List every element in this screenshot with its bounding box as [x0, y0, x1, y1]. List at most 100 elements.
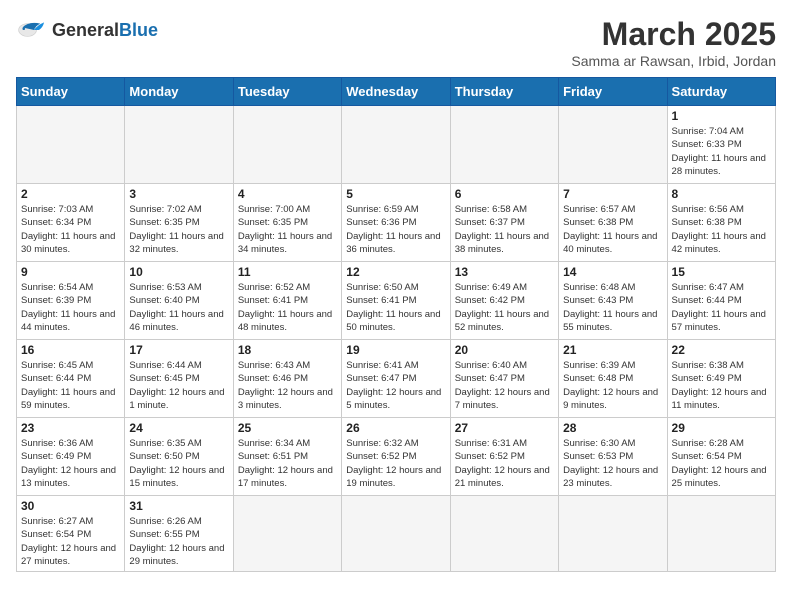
calendar-day-cell: 31 Sunrise: 6:26 AM Sunset: 6:55 PM Dayli…: [125, 496, 233, 572]
day-number: 8: [672, 187, 771, 201]
day-number: 18: [238, 343, 337, 357]
day-info: Sunrise: 7:04 AM Sunset: 6:33 PM Dayligh…: [672, 125, 771, 178]
calendar-day-cell: [559, 106, 667, 184]
calendar-day-cell: 10 Sunrise: 6:53 AM Sunset: 6:40 PM Dayli…: [125, 262, 233, 340]
calendar-day-cell: [667, 496, 775, 572]
day-info: Sunrise: 6:50 AM Sunset: 6:41 PM Dayligh…: [346, 281, 445, 334]
calendar-day-cell: 14 Sunrise: 6:48 AM Sunset: 6:43 PM Dayli…: [559, 262, 667, 340]
day-info: Sunrise: 6:52 AM Sunset: 6:41 PM Dayligh…: [238, 281, 337, 334]
calendar-week-row: 9 Sunrise: 6:54 AM Sunset: 6:39 PM Daylig…: [17, 262, 776, 340]
day-number: 12: [346, 265, 445, 279]
title-area: March 2025 Samma ar Rawsan, Irbid, Jorda…: [571, 16, 776, 69]
calendar-day-cell: 28Sunrise: 6:30 AM Sunset: 6:53 PM Dayli…: [559, 418, 667, 496]
header: GeneralBlue March 2025 Samma ar Rawsan, …: [16, 16, 776, 69]
day-info: Sunrise: 6:48 AM Sunset: 6:43 PM Dayligh…: [563, 281, 662, 334]
day-info: Sunrise: 6:39 AM Sunset: 6:48 PM Dayligh…: [563, 359, 662, 412]
day-number: 3: [129, 187, 228, 201]
calendar-day-cell: [450, 106, 558, 184]
day-number: 1: [672, 109, 771, 123]
day-number: 9: [21, 265, 120, 279]
day-number: 2: [21, 187, 120, 201]
day-info: Sunrise: 6:35 AM Sunset: 6:50 PM Dayligh…: [129, 437, 228, 490]
day-info: Sunrise: 6:44 AM Sunset: 6:45 PM Dayligh…: [129, 359, 228, 412]
day-number: 19: [346, 343, 445, 357]
day-info: Sunrise: 6:31 AM Sunset: 6:52 PM Dayligh…: [455, 437, 554, 490]
day-info: Sunrise: 6:57 AM Sunset: 6:38 PM Dayligh…: [563, 203, 662, 256]
calendar-day-cell: 15Sunrise: 6:47 AM Sunset: 6:44 PM Dayli…: [667, 262, 775, 340]
weekday-header-tuesday: Tuesday: [233, 78, 341, 106]
calendar-day-cell: 1 Sunrise: 7:04 AM Sunset: 6:33 PM Daylig…: [667, 106, 775, 184]
calendar-day-cell: 9 Sunrise: 6:54 AM Sunset: 6:39 PM Daylig…: [17, 262, 125, 340]
calendar-day-cell: 13 Sunrise: 6:49 AM Sunset: 6:42 PM Dayli…: [450, 262, 558, 340]
calendar-day-cell: 24Sunrise: 6:35 AM Sunset: 6:50 PM Dayli…: [125, 418, 233, 496]
day-number: 11: [238, 265, 337, 279]
day-number: 14: [563, 265, 662, 279]
day-number: 5: [346, 187, 445, 201]
calendar-day-cell: 16Sunrise: 6:45 AM Sunset: 6:44 PM Dayli…: [17, 340, 125, 418]
calendar-day-cell: 6 Sunrise: 6:58 AM Sunset: 6:37 PM Daylig…: [450, 184, 558, 262]
day-number: 31: [129, 499, 228, 513]
calendar-week-row: 2 Sunrise: 7:03 AM Sunset: 6:34 PM Daylig…: [17, 184, 776, 262]
weekday-header-sunday: Sunday: [17, 78, 125, 106]
calendar-day-cell: 5 Sunrise: 6:59 AM Sunset: 6:36 PM Daylig…: [342, 184, 450, 262]
day-info: Sunrise: 6:59 AM Sunset: 6:36 PM Dayligh…: [346, 203, 445, 256]
calendar-day-cell: 29Sunrise: 6:28 AM Sunset: 6:54 PM Dayli…: [667, 418, 775, 496]
calendar-day-cell: 27 Sunrise: 6:31 AM Sunset: 6:52 PM Dayli…: [450, 418, 558, 496]
day-number: 27: [455, 421, 554, 435]
calendar-day-cell: [342, 106, 450, 184]
calendar-day-cell: 17Sunrise: 6:44 AM Sunset: 6:45 PM Dayli…: [125, 340, 233, 418]
calendar-subtitle: Samma ar Rawsan, Irbid, Jordan: [571, 53, 776, 69]
day-info: Sunrise: 6:40 AM Sunset: 6:47 PM Dayligh…: [455, 359, 554, 412]
calendar-day-cell: 22Sunrise: 6:38 AM Sunset: 6:49 PM Dayli…: [667, 340, 775, 418]
calendar-day-cell: [342, 496, 450, 572]
day-number: 13: [455, 265, 554, 279]
day-number: 6: [455, 187, 554, 201]
day-info: Sunrise: 6:38 AM Sunset: 6:49 PM Dayligh…: [672, 359, 771, 412]
day-info: Sunrise: 6:49 AM Sunset: 6:42 PM Dayligh…: [455, 281, 554, 334]
day-info: Sunrise: 6:32 AM Sunset: 6:52 PM Dayligh…: [346, 437, 445, 490]
weekday-header-friday: Friday: [559, 78, 667, 106]
day-number: 28: [563, 421, 662, 435]
day-info: Sunrise: 6:47 AM Sunset: 6:44 PM Dayligh…: [672, 281, 771, 334]
weekday-header-monday: Monday: [125, 78, 233, 106]
day-info: Sunrise: 6:53 AM Sunset: 6:40 PM Dayligh…: [129, 281, 228, 334]
weekday-header-row: SundayMondayTuesdayWednesdayThursdayFrid…: [17, 78, 776, 106]
calendar-week-row: 1 Sunrise: 7:04 AM Sunset: 6:33 PM Daylig…: [17, 106, 776, 184]
calendar-day-cell: [559, 496, 667, 572]
calendar-day-cell: 20 Sunrise: 6:40 AM Sunset: 6:47 PM Dayli…: [450, 340, 558, 418]
day-number: 21: [563, 343, 662, 357]
day-info: Sunrise: 6:28 AM Sunset: 6:54 PM Dayligh…: [672, 437, 771, 490]
day-info: Sunrise: 6:26 AM Sunset: 6:55 PM Dayligh…: [129, 515, 228, 568]
day-info: Sunrise: 6:43 AM Sunset: 6:46 PM Dayligh…: [238, 359, 337, 412]
calendar-day-cell: 23Sunrise: 6:36 AM Sunset: 6:49 PM Dayli…: [17, 418, 125, 496]
calendar-day-cell: [125, 106, 233, 184]
calendar-day-cell: 19 Sunrise: 6:41 AM Sunset: 6:47 PM Dayli…: [342, 340, 450, 418]
calendar-day-cell: 11 Sunrise: 6:52 AM Sunset: 6:41 PM Dayli…: [233, 262, 341, 340]
generalblue-logo-icon: [16, 16, 48, 44]
calendar-title: March 2025: [571, 16, 776, 53]
calendar-day-cell: 7 Sunrise: 6:57 AM Sunset: 6:38 PM Daylig…: [559, 184, 667, 262]
day-info: Sunrise: 6:58 AM Sunset: 6:37 PM Dayligh…: [455, 203, 554, 256]
weekday-header-wednesday: Wednesday: [342, 78, 450, 106]
day-number: 25: [238, 421, 337, 435]
calendar-day-cell: 12 Sunrise: 6:50 AM Sunset: 6:41 PM Dayli…: [342, 262, 450, 340]
calendar-day-cell: [450, 496, 558, 572]
calendar-day-cell: [17, 106, 125, 184]
logo-text: GeneralBlue: [52, 20, 158, 41]
day-info: Sunrise: 6:34 AM Sunset: 6:51 PM Dayligh…: [238, 437, 337, 490]
day-info: Sunrise: 7:03 AM Sunset: 6:34 PM Dayligh…: [21, 203, 120, 256]
day-info: Sunrise: 6:41 AM Sunset: 6:47 PM Dayligh…: [346, 359, 445, 412]
weekday-header-thursday: Thursday: [450, 78, 558, 106]
calendar-day-cell: [233, 106, 341, 184]
day-number: 7: [563, 187, 662, 201]
day-number: 10: [129, 265, 228, 279]
calendar-day-cell: [233, 496, 341, 572]
day-info: Sunrise: 6:36 AM Sunset: 6:49 PM Dayligh…: [21, 437, 120, 490]
calendar-day-cell: 26 Sunrise: 6:32 AM Sunset: 6:52 PM Dayli…: [342, 418, 450, 496]
weekday-header-saturday: Saturday: [667, 78, 775, 106]
calendar-week-row: 30Sunrise: 6:27 AM Sunset: 6:54 PM Dayli…: [17, 496, 776, 572]
day-info: Sunrise: 7:00 AM Sunset: 6:35 PM Dayligh…: [238, 203, 337, 256]
day-number: 20: [455, 343, 554, 357]
day-number: 26: [346, 421, 445, 435]
day-info: Sunrise: 6:54 AM Sunset: 6:39 PM Dayligh…: [21, 281, 120, 334]
